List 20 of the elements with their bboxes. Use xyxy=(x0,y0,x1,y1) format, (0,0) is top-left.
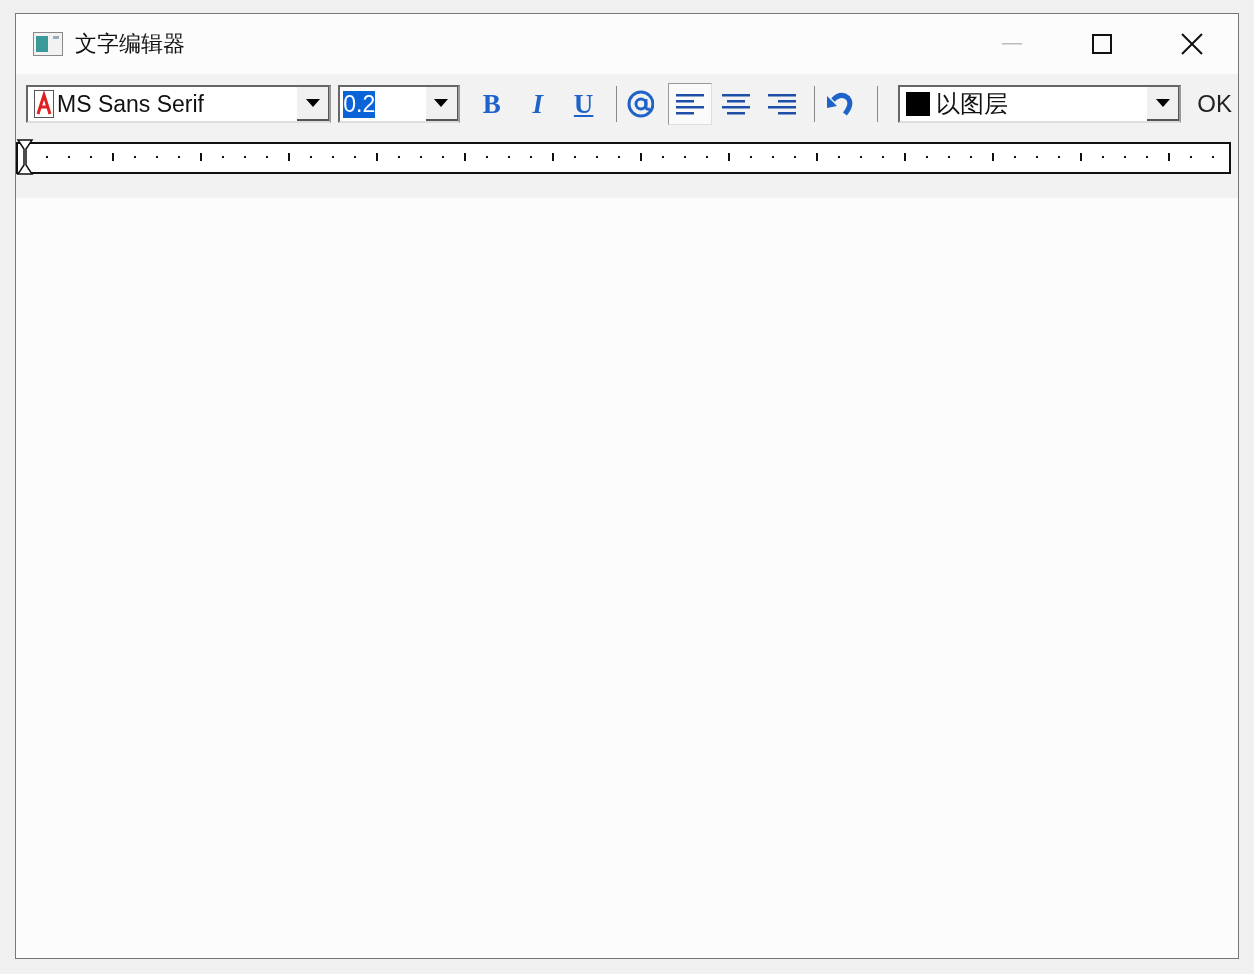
size-value: 0.2 xyxy=(343,90,376,118)
maximize-icon[interactable] xyxy=(1092,34,1112,54)
window-title: 文字编辑器 xyxy=(75,30,185,58)
close-icon[interactable] xyxy=(1181,33,1203,55)
bold-button[interactable]: B xyxy=(469,83,514,125)
color-dropdown[interactable]: 以图层 xyxy=(898,85,1182,123)
at-sign-icon[interactable] xyxy=(626,90,655,118)
app-icon xyxy=(33,32,63,56)
align-left-icon xyxy=(676,92,705,116)
italic-button[interactable]: I xyxy=(515,83,560,125)
align-right-icon xyxy=(768,92,797,116)
size-dropdown[interactable]: 0.2 xyxy=(338,85,460,123)
color-value: 以图层 xyxy=(936,89,1010,120)
font-dropdown[interactable]: MS Sans Serif xyxy=(26,85,332,123)
ok-button[interactable]: OK xyxy=(1191,88,1239,120)
font-type-icon xyxy=(34,90,54,118)
underline-button[interactable]: U xyxy=(561,83,606,125)
align-left-button[interactable] xyxy=(668,83,713,125)
align-center-icon xyxy=(722,92,751,116)
font-name: MS Sans Serif xyxy=(57,90,205,118)
